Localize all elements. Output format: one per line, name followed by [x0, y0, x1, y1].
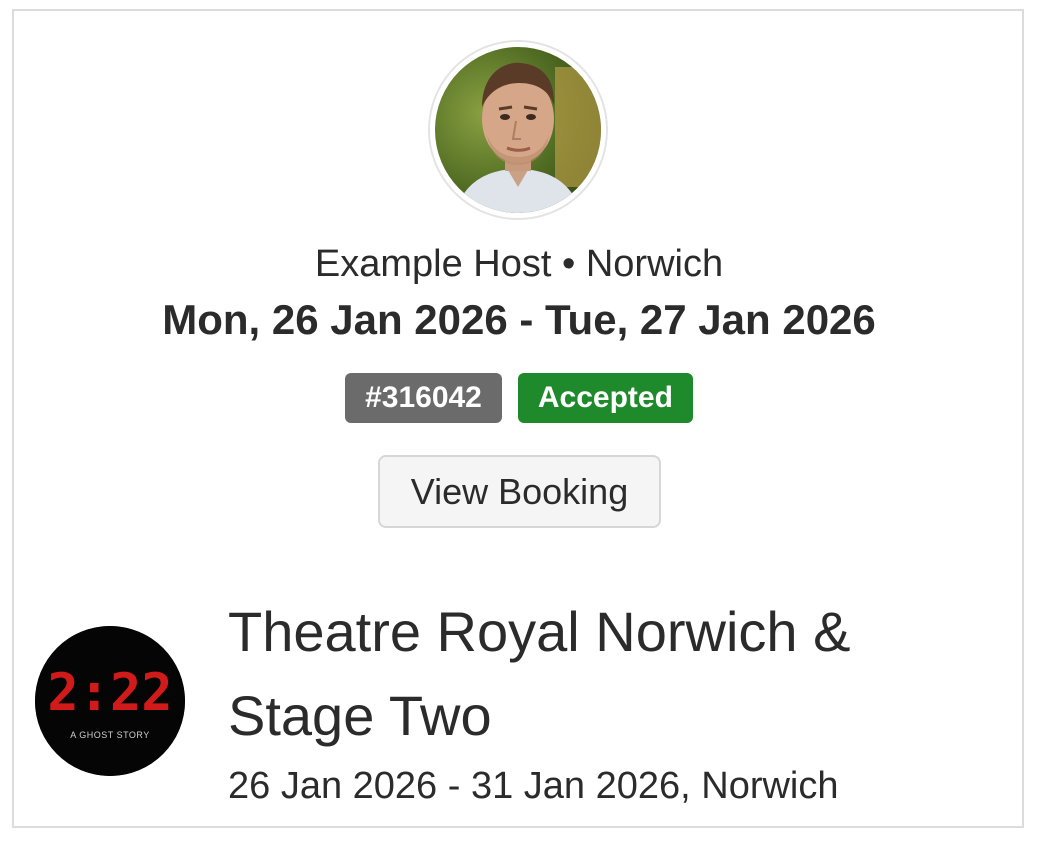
event-title[interactable]: Theatre Royal Norwich & Stage Two: [228, 590, 988, 758]
event-logo[interactable]: 2:22 A GHOST STORY: [35, 626, 185, 776]
host-avatar: [430, 42, 606, 218]
logo-subtext: A GHOST STORY: [70, 730, 150, 740]
host-name: Example Host: [314, 243, 552, 285]
status-badge: Accepted: [517, 373, 693, 423]
booking-id-badge: #316042: [345, 373, 502, 423]
host-info: Example Host • Norwich: [0, 241, 1038, 287]
event-dates-location: 26 Jan 2026 - 31 Jan 2026, Norwich: [228, 765, 839, 807]
booking-dates: Mon, 26 Jan 2026 - Tue, 27 Jan 2026: [162, 296, 876, 343]
view-booking-button[interactable]: View Booking: [378, 455, 661, 528]
host-city: Norwich: [585, 243, 724, 285]
separator-dot: •: [561, 243, 576, 285]
badge-row: #316042 Accepted: [0, 373, 1038, 423]
ghost-story-logo-icon: 2:22 A GHOST STORY: [35, 626, 185, 776]
host-photo-icon: [435, 47, 601, 213]
logo-digits: 2:22: [47, 663, 172, 723]
